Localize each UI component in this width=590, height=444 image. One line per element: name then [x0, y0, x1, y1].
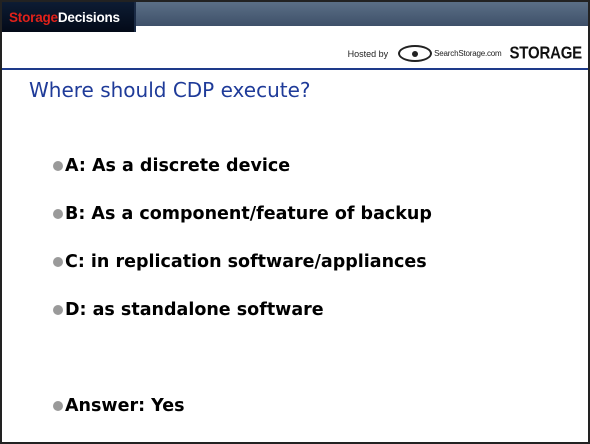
option-text: D: as standalone software [65, 300, 324, 320]
option-a: A: As a discrete device [53, 142, 432, 190]
slide-title: Where should CDP execute? [29, 78, 311, 102]
option-b: B: As a component/feature of backup [53, 190, 432, 238]
logo-decisions-text: Decisions [57, 9, 120, 25]
list-spacer [53, 334, 432, 382]
option-d: D: as standalone software [53, 286, 432, 334]
hosted-by-label: Hosted by [347, 48, 389, 59]
bullet-dot-icon [53, 401, 63, 411]
eye-logo-icon [398, 45, 433, 62]
answer-line: Answer: Yes [53, 382, 432, 430]
logo-storage-text: Storage [9, 9, 58, 25]
storage-decisions-logo: Storage Decisions [2, 2, 136, 32]
answer-text: Answer: Yes [65, 396, 185, 416]
hosted-by-bar: Hosted by SearchStorage.com STORAGE [347, 43, 583, 64]
option-text: B: As a component/feature of backup [65, 204, 432, 224]
answer-options-list: A: As a discrete device B: As a componen… [53, 142, 432, 430]
bullet-dot-icon [53, 257, 63, 267]
option-c: C: in replication software/appliances [53, 238, 432, 286]
bullet-dot-icon [53, 209, 63, 219]
slide: Storage Decisions Hosted by SearchStorag… [0, 0, 590, 444]
storage-brand: STORAGE [509, 43, 582, 64]
bullet-dot-icon [53, 161, 63, 171]
option-text: C: in replication software/appliances [65, 252, 427, 272]
site-name: SearchStorage.com [434, 49, 502, 58]
option-text: A: As a discrete device [65, 156, 291, 176]
bullet-dot-icon [53, 305, 63, 315]
title-divider [2, 68, 588, 70]
